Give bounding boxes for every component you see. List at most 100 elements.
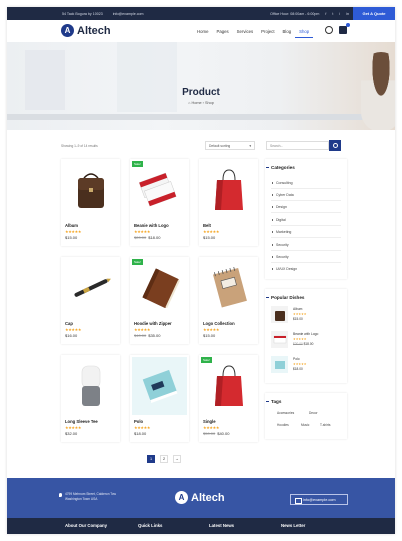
nav-project[interactable]: Project: [257, 29, 278, 34]
popular-name[interactable]: Album: [293, 307, 302, 311]
category-item[interactable]: Cyber Data: [272, 193, 294, 197]
site-logo[interactable]: A Altech: [61, 24, 111, 37]
nav-home[interactable]: Home: [193, 29, 212, 34]
nav-pages[interactable]: Pages: [212, 29, 232, 34]
category-item[interactable]: Security: [272, 255, 289, 259]
product-name[interactable]: Album: [65, 223, 78, 228]
pen-image[interactable]: [63, 259, 118, 317]
widget-title: Categories: [266, 165, 295, 170]
topbar-email[interactable]: info@example.com: [113, 12, 144, 16]
rating-stars: ★★★★★: [134, 426, 151, 430]
tags-widget: Tags Accessories Decor Hoodies Music T-s…: [265, 393, 347, 439]
widget-title: Popular Dishes: [265, 295, 305, 300]
product-name[interactable]: Single: [203, 419, 216, 424]
linkedin-icon[interactable]: in: [346, 12, 349, 16]
briefcase-image[interactable]: [63, 161, 118, 219]
cart-icon[interactable]: [339, 23, 350, 34]
twitter-icon[interactable]: t: [332, 12, 333, 16]
category-item[interactable]: Design: [272, 205, 287, 209]
category-item[interactable]: Consulting: [272, 181, 293, 185]
product-name[interactable]: Beanie with Logo: [134, 223, 169, 228]
popular-item[interactable]: Beanie with Logo ★★★★★ $20.00 $18.00: [271, 331, 343, 351]
sort-value: Default sorting: [209, 144, 231, 148]
product-card[interactable]: Cap ★★★★★ $16.00: [61, 257, 120, 344]
page-1[interactable]: 1: [147, 455, 155, 463]
product-card[interactable]: Album ★★★★★ $15.00: [61, 159, 120, 246]
sale-badge: Sale!: [201, 357, 212, 363]
rating-stars: ★★★★★: [65, 230, 82, 234]
product-price: $32.00: [65, 431, 78, 436]
product-name[interactable]: Long Sleeve Tee: [65, 419, 98, 424]
product-card[interactable]: Long Sleeve Tee ★★★★★ $32.00: [61, 355, 120, 442]
business-cards-thumb[interactable]: [271, 331, 288, 348]
tag-item[interactable]: Accessories: [277, 411, 294, 415]
widget-title: Tags: [265, 399, 282, 404]
product-card[interactable]: Sale! Single ★★★★★ $50.00 $40.00: [199, 355, 258, 442]
shopping-bag-image[interactable]: [201, 161, 256, 219]
next-page-arrow-icon[interactable]: →: [173, 455, 181, 463]
facebook-icon[interactable]: f: [325, 12, 326, 16]
rating-stars: ★★★★★: [134, 328, 151, 332]
business-cards-image[interactable]: [132, 161, 187, 219]
tag-item[interactable]: Hoodies: [277, 423, 289, 427]
top-bar: 54 Tack Bogura by 10023 info@example.com…: [7, 7, 395, 20]
category-item[interactable]: UI/UX Design: [271, 267, 297, 271]
product-name[interactable]: Logo Collection: [203, 321, 235, 326]
topbar-address: 54 Tack Bogura by 10023: [62, 11, 103, 16]
product-search-input[interactable]: Search...: [266, 141, 329, 150]
product-card[interactable]: Polo ★★★★★ $18.00: [130, 355, 189, 442]
footer-email[interactable]: info@example.com: [290, 494, 348, 505]
rating-stars: ★★★★★: [203, 328, 220, 332]
tag-item[interactable]: Decor: [309, 411, 318, 415]
popular-name[interactable]: Beanie with Logo: [293, 332, 318, 336]
product-name[interactable]: Belt: [203, 223, 211, 228]
shop-toolbar: Showing 1–9 of 14 results Default sortin…: [61, 140, 344, 152]
site-header: A Altech Home Pages Services Project Blo…: [7, 20, 395, 42]
nav-shop[interactable]: Shop: [295, 25, 314, 38]
book-image[interactable]: [132, 357, 187, 415]
category-item[interactable]: Digital: [272, 218, 286, 222]
popular-item[interactable]: Album ★★★★★ $15.00: [271, 306, 343, 326]
briefcase-thumb[interactable]: [271, 306, 288, 323]
category-item[interactable]: Marketing: [271, 230, 291, 234]
product-card[interactable]: Belt ★★★★★ $15.00: [199, 159, 258, 246]
logo-text: Altech: [77, 24, 111, 37]
tag-item[interactable]: T-shirts: [320, 423, 330, 427]
notebook-image[interactable]: [132, 259, 187, 317]
popular-name[interactable]: Polo: [293, 357, 300, 361]
tag-item[interactable]: Music: [301, 423, 309, 427]
book-thumb[interactable]: [271, 356, 288, 373]
product-name[interactable]: Cap: [65, 321, 73, 326]
nav-blog[interactable]: Blog: [279, 29, 296, 34]
get-quote-button[interactable]: Get A Quote: [353, 7, 395, 20]
product-name[interactable]: Hoodie with Zipper: [134, 321, 172, 326]
breadcrumb-current: Shop: [205, 101, 214, 105]
result-count: Showing 1–9 of 14 results: [61, 144, 98, 148]
sort-select[interactable]: Default sorting ▾: [205, 141, 255, 150]
product-card[interactable]: Logo Collection ★★★★★ $15.00: [199, 257, 258, 344]
instagram-icon[interactable]: i: [339, 12, 340, 16]
spiral-notebook-image[interactable]: [201, 259, 256, 317]
smart-speaker-image[interactable]: [63, 357, 118, 415]
page-title: Product: [182, 87, 220, 98]
breadcrumb-home[interactable]: Home: [191, 101, 201, 105]
popular-item[interactable]: Polo ★★★★★ $18.00: [271, 356, 343, 376]
shopping-bag-image[interactable]: [201, 357, 256, 415]
footer-logo[interactable]: A Altech: [175, 491, 225, 504]
page-2[interactable]: 2: [160, 455, 168, 463]
main-nav: Home Pages Services Project Blog Shop: [193, 20, 314, 42]
category-item[interactable]: Security: [272, 243, 289, 247]
product-card[interactable]: Sale! Beanie with Logo ★★★★★ $20.00 $18.0…: [130, 159, 189, 246]
footer-col-news: Latest News: [209, 523, 235, 528]
categories-widget: Categories Consulting Cyber Data Design …: [265, 159, 347, 279]
nav-services[interactable]: Services: [233, 29, 257, 34]
rating-stars: ★★★★★: [65, 328, 82, 332]
footer-col-newsletter: News Letter: [281, 523, 306, 528]
product-price: $18.00: [134, 431, 147, 436]
search-icon[interactable]: [325, 26, 333, 34]
product-price: $50.00 $40.00: [203, 431, 230, 436]
site-footer: 4799 Mehnom Street, Calderon Tow Washing…: [7, 478, 395, 534]
search-button[interactable]: [329, 140, 341, 151]
product-name[interactable]: Polo: [134, 419, 143, 424]
product-card[interactable]: Sale! Hoodie with Zipper ★★★★★ $40.00 $35…: [130, 257, 189, 344]
